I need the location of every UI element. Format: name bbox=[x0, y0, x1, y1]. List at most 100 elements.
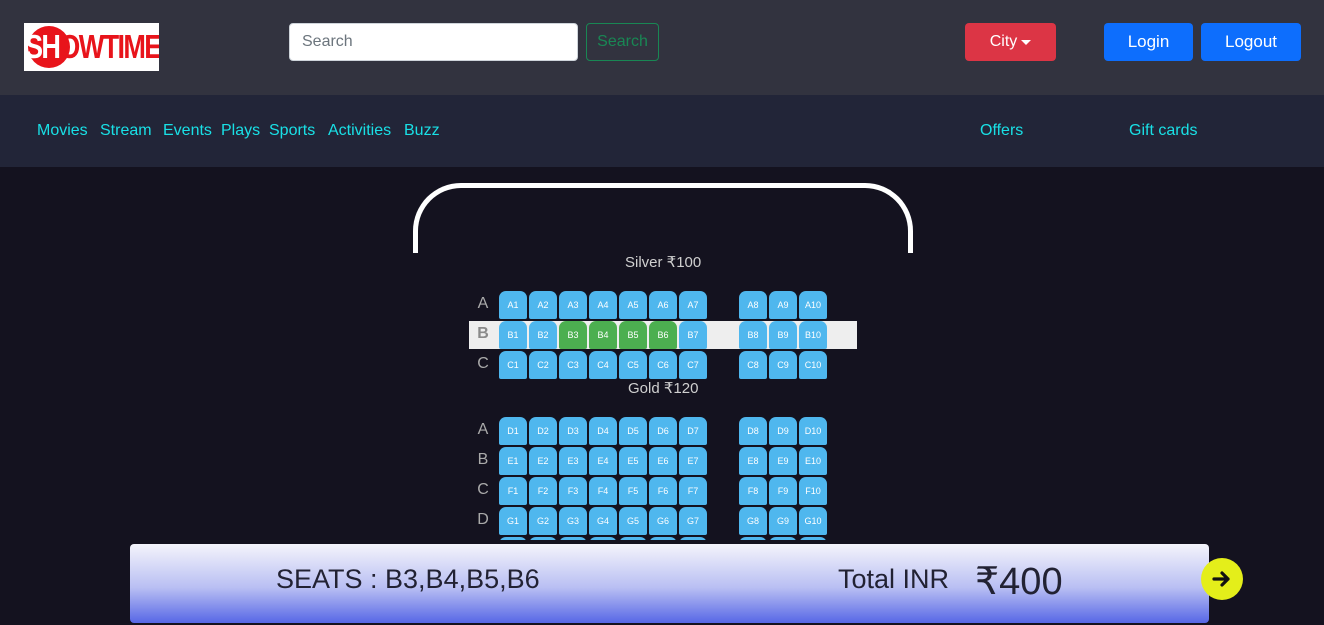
seat[interactable] bbox=[529, 537, 557, 540]
seat[interactable]: D6 bbox=[649, 417, 677, 445]
seat[interactable]: E1 bbox=[499, 447, 527, 475]
seat[interactable]: C3 bbox=[559, 351, 587, 379]
selected-seats-text: SEATS : B3,B4,B5,B6 bbox=[276, 564, 540, 594]
seat[interactable]: B9 bbox=[769, 321, 797, 349]
seat[interactable]: B1 bbox=[499, 321, 527, 349]
seat[interactable]: D2 bbox=[529, 417, 557, 445]
seat[interactable]: D5 bbox=[619, 417, 647, 445]
seat[interactable]: C8 bbox=[739, 351, 767, 379]
nav-gift-cards[interactable]: Gift cards bbox=[1129, 122, 1197, 140]
seat[interactable]: E7 bbox=[679, 447, 707, 475]
seat[interactable]: E10 bbox=[799, 447, 827, 475]
seat[interactable]: F2 bbox=[529, 477, 557, 505]
seat[interactable]: A5 bbox=[619, 291, 647, 319]
seat[interactable]: G10 bbox=[799, 507, 827, 535]
seat[interactable] bbox=[769, 537, 797, 540]
seat[interactable] bbox=[619, 537, 647, 540]
seat[interactable] bbox=[649, 537, 677, 540]
nav-sports[interactable]: Sports bbox=[269, 122, 315, 140]
seat[interactable]: G4 bbox=[589, 507, 617, 535]
nav-events[interactable]: Events bbox=[163, 122, 212, 140]
seat[interactable]: G9 bbox=[769, 507, 797, 535]
seat[interactable]: B6 bbox=[649, 321, 677, 349]
seat[interactable]: E5 bbox=[619, 447, 647, 475]
seat[interactable]: D7 bbox=[679, 417, 707, 445]
nav-activities[interactable]: Activities bbox=[328, 122, 391, 140]
seat[interactable]: E8 bbox=[739, 447, 767, 475]
seat[interactable]: E9 bbox=[769, 447, 797, 475]
seat[interactable]: G1 bbox=[499, 507, 527, 535]
seat[interactable]: F6 bbox=[649, 477, 677, 505]
seat[interactable] bbox=[589, 537, 617, 540]
seat[interactable]: E2 bbox=[529, 447, 557, 475]
seat[interactable]: B3 bbox=[559, 321, 587, 349]
showtime-logo[interactable]: SHOWTIME bbox=[24, 23, 159, 71]
seat[interactable]: C4 bbox=[589, 351, 617, 379]
seat[interactable] bbox=[499, 537, 527, 540]
seat[interactable]: B5 bbox=[619, 321, 647, 349]
seat[interactable]: A6 bbox=[649, 291, 677, 319]
seat[interactable]: G5 bbox=[619, 507, 647, 535]
seat[interactable] bbox=[559, 537, 587, 540]
seat[interactable]: A4 bbox=[589, 291, 617, 319]
seat[interactable] bbox=[739, 537, 767, 540]
seat[interactable]: D10 bbox=[799, 417, 827, 445]
nav-offers[interactable]: Offers bbox=[980, 122, 1023, 140]
seat[interactable]: D9 bbox=[769, 417, 797, 445]
seat[interactable]: A10 bbox=[799, 291, 827, 319]
seat[interactable]: A9 bbox=[769, 291, 797, 319]
seat[interactable]: A3 bbox=[559, 291, 587, 319]
seat[interactable] bbox=[799, 537, 827, 540]
nav-buzz[interactable]: Buzz bbox=[404, 122, 440, 140]
seat[interactable] bbox=[679, 537, 707, 540]
seat[interactable]: D1 bbox=[499, 417, 527, 445]
seat[interactable]: E4 bbox=[589, 447, 617, 475]
row-letter: A bbox=[477, 295, 489, 312]
seat[interactable]: A7 bbox=[679, 291, 707, 319]
seat[interactable]: F7 bbox=[679, 477, 707, 505]
seat[interactable]: G6 bbox=[649, 507, 677, 535]
seat[interactable]: C2 bbox=[529, 351, 557, 379]
seat[interactable]: B2 bbox=[529, 321, 557, 349]
seat[interactable]: A8 bbox=[739, 291, 767, 319]
seat[interactable]: F3 bbox=[559, 477, 587, 505]
logout-button[interactable]: Logout bbox=[1201, 23, 1301, 61]
nav-plays[interactable]: Plays bbox=[221, 122, 260, 140]
seat[interactable]: F9 bbox=[769, 477, 797, 505]
seat[interactable]: E6 bbox=[649, 447, 677, 475]
row-letter: C bbox=[477, 355, 489, 372]
seat[interactable]: A2 bbox=[529, 291, 557, 319]
seat[interactable]: A1 bbox=[499, 291, 527, 319]
seat[interactable]: G2 bbox=[529, 507, 557, 535]
seat[interactable]: F5 bbox=[619, 477, 647, 505]
login-button[interactable]: Login bbox=[1104, 23, 1193, 61]
seat[interactable]: F10 bbox=[799, 477, 827, 505]
nav-stream[interactable]: Stream bbox=[100, 122, 152, 140]
seat[interactable]: C1 bbox=[499, 351, 527, 379]
seat[interactable]: G7 bbox=[679, 507, 707, 535]
seat[interactable]: C6 bbox=[649, 351, 677, 379]
seat[interactable]: B10 bbox=[799, 321, 827, 349]
seat[interactable]: E3 bbox=[559, 447, 587, 475]
seat[interactable]: C7 bbox=[679, 351, 707, 379]
seat[interactable]: F4 bbox=[589, 477, 617, 505]
seat[interactable]: D3 bbox=[559, 417, 587, 445]
seat[interactable]: C9 bbox=[769, 351, 797, 379]
seat[interactable]: C5 bbox=[619, 351, 647, 379]
seat[interactable]: F1 bbox=[499, 477, 527, 505]
seat[interactable]: D4 bbox=[589, 417, 617, 445]
seat[interactable]: G3 bbox=[559, 507, 587, 535]
proceed-button[interactable] bbox=[1201, 558, 1243, 600]
seat[interactable]: G8 bbox=[739, 507, 767, 535]
seat[interactable]: B7 bbox=[679, 321, 707, 349]
city-dropdown-button[interactable]: City bbox=[965, 23, 1056, 61]
search-input[interactable] bbox=[289, 23, 578, 61]
seat[interactable]: C10 bbox=[799, 351, 827, 379]
category-nav: Movies Stream Events Plays Sports Activi… bbox=[0, 95, 1324, 167]
nav-movies[interactable]: Movies bbox=[37, 122, 88, 140]
seat[interactable]: B4 bbox=[589, 321, 617, 349]
search-button[interactable]: Search bbox=[586, 23, 659, 61]
seat[interactable]: B8 bbox=[739, 321, 767, 349]
seat[interactable]: D8 bbox=[739, 417, 767, 445]
seat[interactable]: F8 bbox=[739, 477, 767, 505]
